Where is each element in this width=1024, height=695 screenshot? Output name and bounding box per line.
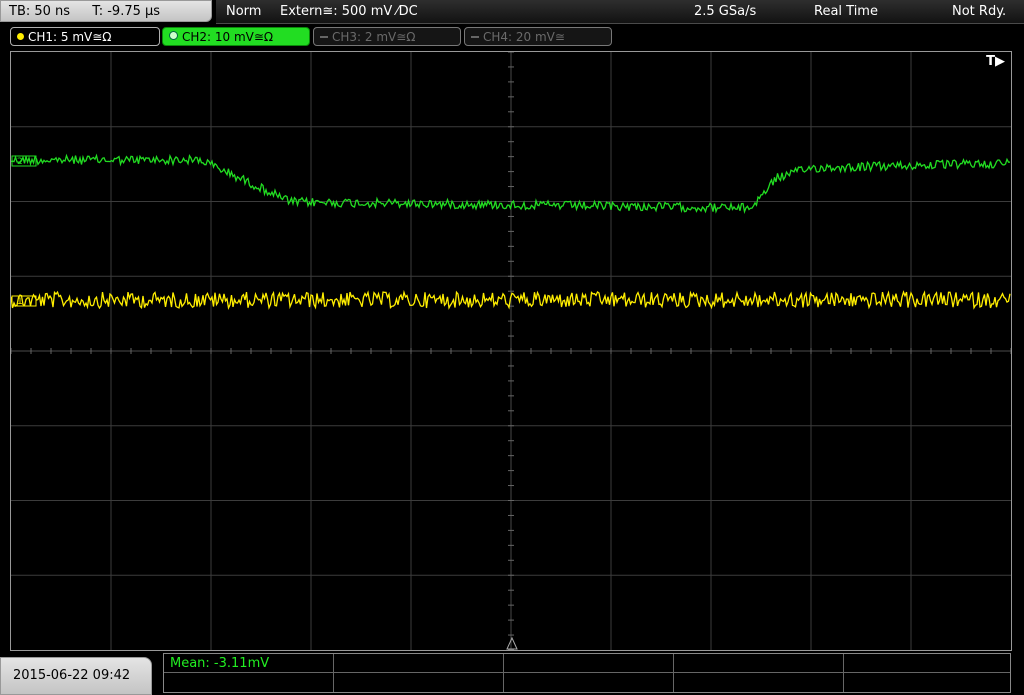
- datetime-box: 2015-06-22 09:42: [0, 657, 152, 695]
- timebase-box[interactable]: TB: 50 ns T: -9.75 µs: [0, 0, 212, 22]
- graticule: [11, 52, 1011, 650]
- measurement-cell: [504, 654, 674, 673]
- waveform-canvas: 2 1: [11, 52, 1011, 650]
- channel-1-marker-text: 1: [17, 297, 23, 307]
- channel-3-off-icon: [320, 36, 328, 38]
- channel-3-label: CH3: 2 mV≅Ω: [332, 30, 416, 44]
- trigger-indicator: T▶: [986, 54, 1005, 69]
- sample-rate-label: 2.5 GSa/s: [694, 4, 757, 19]
- channel-2-indicator-icon: [169, 31, 178, 40]
- measurement-cell: [334, 654, 504, 673]
- waveform-display[interactable]: 2 1 T▶: [10, 51, 1012, 651]
- measurement-cell: [164, 673, 334, 692]
- channel-2-label: CH2: 10 mV≅Ω: [182, 30, 274, 44]
- measurement-cell: [844, 673, 1010, 692]
- status-line: Norm Extern≅: 500 mV ⁄DC 2.5 GSa/s Real …: [216, 0, 1024, 24]
- channel-1-label: CH1: 5 mV≅Ω: [28, 30, 112, 44]
- measurement-cell: [504, 673, 674, 692]
- datetime-label: 2015-06-22 09:42: [13, 668, 131, 683]
- timebase-label: TB: 50 ns: [9, 4, 71, 19]
- channel-2-marker-text: 2: [17, 157, 23, 167]
- status-label: Not Rdy.: [952, 4, 1007, 19]
- mean-measurement: Mean: -3.11mV: [170, 656, 270, 671]
- channel-4-button[interactable]: CH4: 20 mV≅: [464, 27, 612, 46]
- acq-mode-label[interactable]: Real Time: [814, 0, 878, 23]
- channel-4-label: CH4: 20 mV≅: [483, 30, 565, 44]
- trigger-position-icon[interactable]: [506, 636, 518, 650]
- channel-1-indicator-icon: [17, 33, 24, 40]
- measurement-cell: [334, 673, 504, 692]
- channel-1-button[interactable]: CH1: 5 mV≅Ω: [10, 27, 160, 46]
- channel-2-button[interactable]: CH2: 10 mV≅Ω: [162, 27, 310, 46]
- channel-4-off-icon: [471, 36, 479, 38]
- trigger-time-label: T: -9.75 µs: [92, 4, 161, 19]
- top-bar: TB: 50 ns T: -9.75 µs Norm Extern≅: 500 …: [0, 0, 1024, 24]
- trigger-mode-label[interactable]: Norm: [226, 0, 261, 23]
- measurement-panel[interactable]: Mean: -3.11mV: [163, 653, 1011, 693]
- bottom-bar: 2015-06-22 09:42 Mean: -3.11mV: [0, 651, 1024, 695]
- channel-3-button[interactable]: CH3: 2 mV≅Ω: [313, 27, 461, 46]
- channel-bar: CH1: 5 mV≅Ω CH2: 10 mV≅Ω CH3: 2 mV≅Ω CH4…: [0, 26, 1024, 48]
- trigger-source-label[interactable]: Extern≅: 500 mV ⁄DC: [280, 0, 418, 23]
- measurement-cell: [674, 654, 844, 673]
- measurement-cell: [844, 654, 1010, 673]
- measurement-cell: [674, 673, 844, 692]
